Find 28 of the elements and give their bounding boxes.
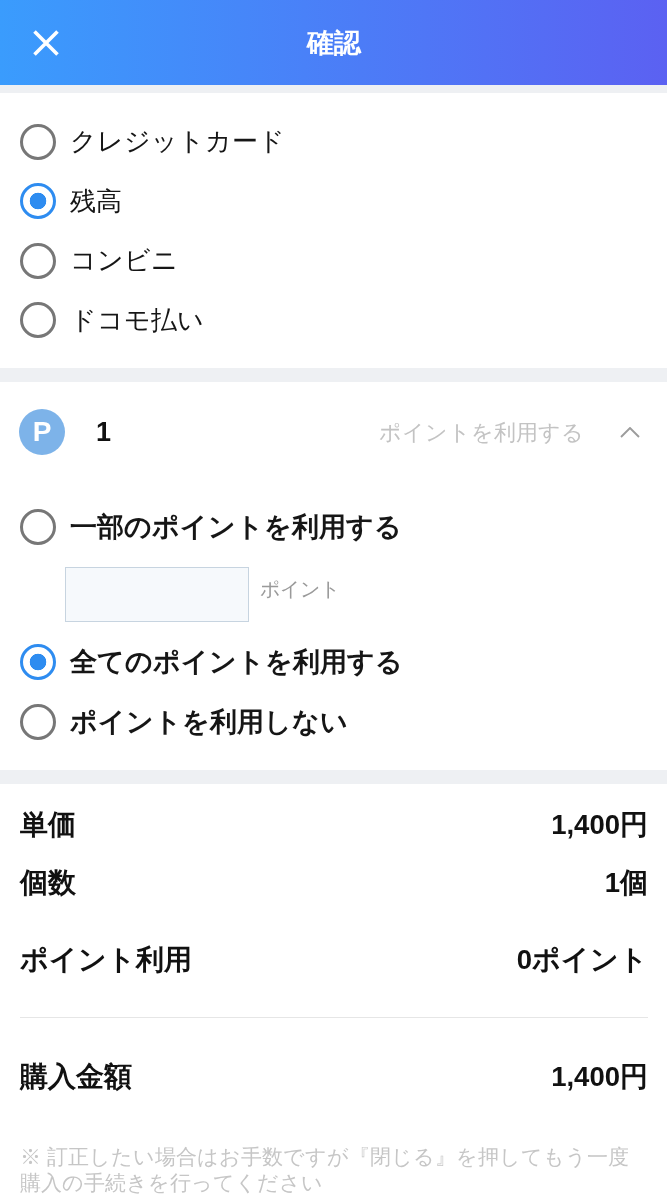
- total-value: 1,400円: [551, 1060, 648, 1094]
- radio-option[interactable]: クレジットカード: [20, 112, 285, 172]
- radio-option[interactable]: 全てのポイントを利用する: [20, 632, 403, 692]
- points-balance: 1: [96, 416, 112, 448]
- summary-value: 0ポイント: [516, 943, 648, 977]
- radio-icon[interactable]: [20, 508, 56, 545]
- radio-icon[interactable]: [20, 703, 56, 740]
- radio-option[interactable]: 残高: [20, 171, 122, 231]
- summary-label: ポイント利用: [20, 943, 192, 977]
- radio-option[interactable]: ドコモ払い: [20, 290, 204, 350]
- radio-icon[interactable]: [20, 643, 56, 680]
- points-input[interactable]: [65, 567, 249, 622]
- radio-icon[interactable]: [20, 123, 56, 160]
- summary-value: 1個: [604, 866, 648, 900]
- radio-option[interactable]: 一部のポイントを利用する: [20, 497, 402, 557]
- radio-option[interactable]: ポイントを利用しない: [20, 692, 348, 752]
- points-badge: P: [19, 409, 65, 455]
- summary-label: 個数: [20, 866, 76, 900]
- radio-icon[interactable]: [20, 302, 56, 339]
- radio-icon[interactable]: [20, 183, 56, 220]
- close-icon: [33, 29, 59, 56]
- unit-label: ポイント: [260, 577, 340, 602]
- radio-option[interactable]: コンビニ: [20, 231, 178, 291]
- summary-value: 1,400円: [551, 808, 648, 842]
- summary-label: 単価: [20, 808, 76, 842]
- screen-title: 確認: [305, 26, 363, 60]
- radio-icon[interactable]: [20, 242, 56, 279]
- total-label: 購入金額: [20, 1060, 132, 1094]
